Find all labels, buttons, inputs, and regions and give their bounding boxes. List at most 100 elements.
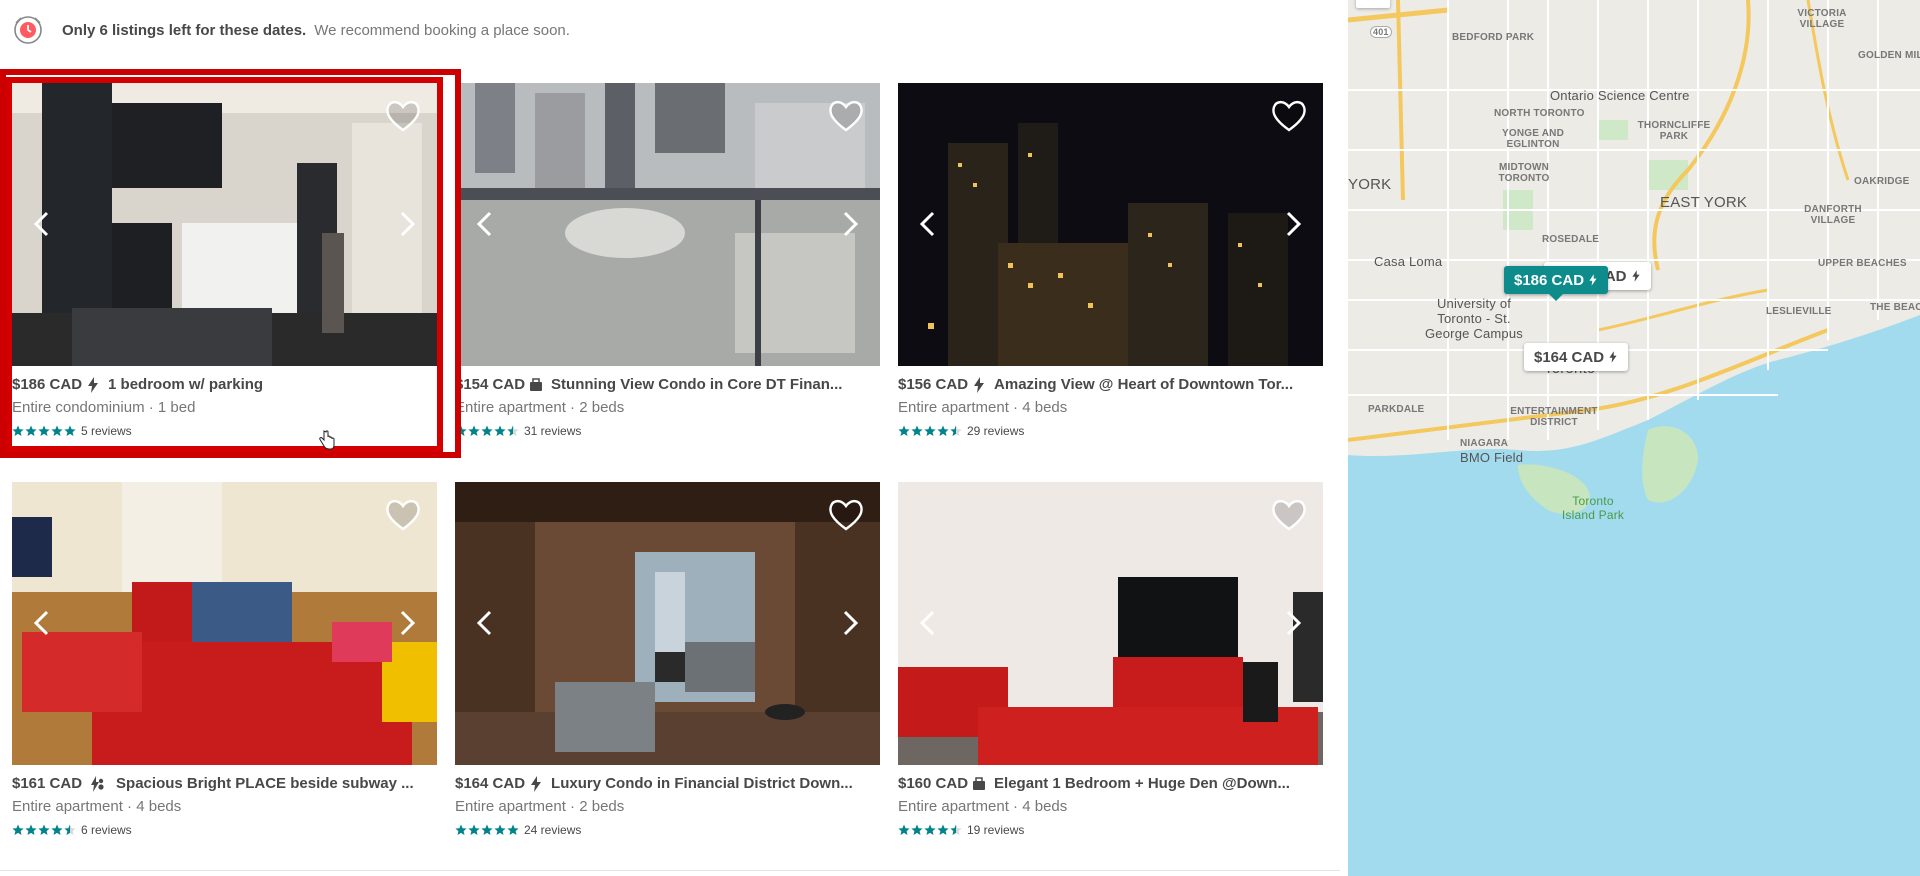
bolt-icon xyxy=(1589,274,1597,286)
listing-name: 1 bedroom w/ parking xyxy=(108,376,264,393)
listing-photo[interactable] xyxy=(12,482,437,765)
chevron-left-icon[interactable] xyxy=(26,606,60,640)
listing-photo[interactable] xyxy=(455,83,880,366)
chevron-right-icon[interactable] xyxy=(389,606,423,640)
listing-rating: 29 reviews xyxy=(898,424,1323,438)
listing-price: $186 CAD xyxy=(12,376,83,393)
star-full-icon xyxy=(911,425,923,436)
map-label: 401 xyxy=(1370,26,1392,38)
star-full-icon xyxy=(937,824,949,835)
review-count: 29 reviews xyxy=(967,424,1025,438)
listing-photo[interactable] xyxy=(455,482,880,765)
star-full-icon xyxy=(924,824,936,835)
chevron-right-icon[interactable] xyxy=(389,207,423,241)
chevron-left-icon[interactable] xyxy=(912,207,946,241)
star-full-icon xyxy=(51,425,63,436)
zoom-out-button[interactable]: − xyxy=(1356,0,1390,8)
listing-type: Entire apartment · 2 beds xyxy=(455,399,625,416)
star-full-icon xyxy=(494,824,506,835)
map-label: University of Toronto - St. George Campu… xyxy=(1425,296,1523,341)
review-count: 31 reviews xyxy=(524,424,582,438)
chevron-left-icon[interactable] xyxy=(26,207,60,241)
listing-type: Entire apartment · 4 beds xyxy=(898,399,1068,416)
hand-cursor-icon xyxy=(319,430,335,450)
star-full-icon xyxy=(64,425,76,436)
map-label: Casa Loma xyxy=(1374,254,1443,269)
listing-card[interactable]: $160 CAD Elegant 1 Bedroom + Huge Den @D… xyxy=(898,482,1323,845)
chevron-left-icon[interactable] xyxy=(912,606,946,640)
listing-title-line[interactable]: $156 CAD Amazing View @ Heart of Downtow… xyxy=(898,376,1323,393)
listing-photo[interactable] xyxy=(898,482,1323,765)
listing-photo[interactable] xyxy=(898,83,1323,366)
listing-title-line[interactable]: $154 CAD Stunning View Condo in Core DT … xyxy=(455,376,880,393)
pin-tail xyxy=(1549,294,1564,301)
save-heart-icon[interactable] xyxy=(1271,99,1307,133)
chevron-left-icon[interactable] xyxy=(469,207,503,241)
map-label: THORNCLIFFE PARK xyxy=(1637,120,1711,142)
listing-price: $164 CAD xyxy=(455,775,526,792)
listing-title-line[interactable]: $161 CAD Spacious Bright PLACE beside su… xyxy=(12,775,437,792)
chevron-right-icon[interactable] xyxy=(1275,207,1309,241)
star-full-icon xyxy=(455,824,467,835)
star-full-icon xyxy=(481,824,493,835)
star-full-icon xyxy=(38,824,50,835)
save-heart-icon[interactable] xyxy=(385,99,421,133)
bolt-icon xyxy=(974,376,985,393)
tv-bedroom-photo xyxy=(898,482,1323,765)
listing-title-line[interactable]: $186 CAD 1 bedroom w/ parking xyxy=(12,376,437,393)
map-label: BEDFORD PARK xyxy=(1452,32,1535,43)
listing-photo[interactable] xyxy=(12,83,437,366)
listing-name: Luxury Condo in Financial District Down.… xyxy=(551,775,853,792)
map-label: EAST YORK xyxy=(1660,194,1748,211)
star-full-icon xyxy=(25,824,37,835)
star-full-icon xyxy=(38,425,50,436)
listing-card[interactable]: $156 CAD Amazing View @ Heart of Downtow… xyxy=(898,83,1323,446)
briefcase-icon xyxy=(973,776,986,790)
star-full-icon xyxy=(455,425,467,436)
listing-card[interactable]: $154 CAD Stunning View Condo in Core DT … xyxy=(455,83,880,446)
review-count: 24 reviews xyxy=(524,823,582,837)
map-label: GOLDEN MILE xyxy=(1858,50,1920,61)
save-heart-icon[interactable] xyxy=(828,99,864,133)
map-panel[interactable]: − 401 BEDFORD PARK VICTORIA VILLAGE GOLD… xyxy=(1348,0,1920,876)
review-count: 5 reviews xyxy=(81,424,132,438)
star-full-icon xyxy=(51,824,63,835)
briefcase-icon xyxy=(530,377,543,391)
chevron-right-icon[interactable] xyxy=(832,207,866,241)
listing-card[interactable]: $186 CAD 1 bedroom w/ parking Entire con… xyxy=(0,69,461,458)
star-full-icon xyxy=(481,425,493,436)
search-results-page: Only 6 listings left for these dates. We… xyxy=(0,0,1920,876)
save-heart-icon[interactable] xyxy=(385,498,421,532)
map-label: Toronto Island Park xyxy=(1561,494,1625,522)
star-full-icon xyxy=(468,824,480,835)
listing-rating: 31 reviews xyxy=(455,424,880,438)
star-full-icon xyxy=(924,425,936,436)
map-price-pin[interactable]: $164 CAD xyxy=(1524,343,1629,371)
bolt-icon xyxy=(1631,270,1640,282)
bolt-icon xyxy=(1609,351,1617,363)
pin-price: $186 CAD xyxy=(1514,271,1585,289)
save-heart-icon[interactable] xyxy=(1271,498,1307,532)
listing-type: Entire apartment · 4 beds xyxy=(898,798,1068,815)
bolt-family-icon xyxy=(91,775,104,792)
listing-rating: 6 reviews xyxy=(12,823,437,837)
marble-lobby-photo xyxy=(455,482,880,765)
listing-card[interactable]: $161 CAD Spacious Bright PLACE beside su… xyxy=(12,482,437,845)
listing-title-line[interactable]: $164 CAD Luxury Condo in Financial Distr… xyxy=(455,775,880,792)
banner-strong-text: Only 6 listings left for these dates. xyxy=(62,21,307,39)
save-heart-icon[interactable] xyxy=(828,498,864,532)
star-full-icon xyxy=(494,425,506,436)
chevron-left-icon[interactable] xyxy=(469,606,503,640)
star-full-icon xyxy=(12,824,24,835)
map-price-pin-active[interactable]: $186 CAD xyxy=(1504,266,1609,301)
red-bedroom-photo xyxy=(12,482,437,765)
star-full-icon xyxy=(937,425,949,436)
chevron-right-icon[interactable] xyxy=(832,606,866,640)
chevron-right-icon[interactable] xyxy=(1275,606,1309,640)
listing-card[interactable]: $164 CAD Luxury Condo in Financial Distr… xyxy=(455,482,880,845)
star-full-icon xyxy=(12,425,24,436)
star-rating xyxy=(898,425,963,437)
map-label: BMO Field xyxy=(1460,450,1524,465)
listing-type: Entire apartment · 2 beds xyxy=(455,798,625,815)
listing-title-line[interactable]: $160 CAD Elegant 1 Bedroom + Huge Den @D… xyxy=(898,775,1323,792)
